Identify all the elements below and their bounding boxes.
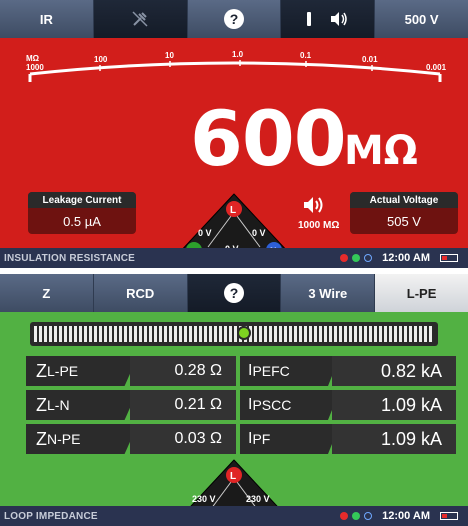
tab-bar-2: Z RCD ? 3 Wire L-PE [0, 274, 468, 312]
zl-n-label: Z L-N [26, 390, 138, 420]
zn-pe-sub: N-PE [47, 431, 81, 447]
zl-pe-main: Z [36, 360, 47, 381]
scale-label-1000: 1000 [26, 63, 44, 72]
help-icon: ? [223, 9, 244, 29]
zl-pe-value: 0.28 Ω [130, 356, 236, 386]
tab-test-voltage-label: 500 V [404, 11, 439, 27]
status-dot-red [340, 512, 349, 520]
beeper-icon [304, 197, 323, 213]
tab-z-label: Z [42, 285, 51, 301]
tab-3-wire[interactable]: 3 Wire [281, 274, 376, 312]
zl-pe-sub: L-PE [47, 363, 79, 379]
bargraph-ticks [34, 326, 434, 342]
insulation-resistance-screen: IR ? 500 V MΩ 1000 100 10 1.0 0.1 0.01 0… [0, 0, 468, 268]
battery-icon [440, 254, 458, 262]
bargraph-indicator [237, 326, 251, 340]
scale-label-10: 10 [165, 51, 174, 60]
resistance-scale: MΩ 1000 100 10 1.0 0.1 0.01 0.001 [26, 50, 447, 82]
voltage-l-pe: 230 V [192, 494, 216, 504]
ipefc-sub: PEFC [252, 363, 290, 379]
result-row: Z N-PE 0.03 Ω I PF 1.09 kA [26, 424, 456, 454]
status-bar: INSULATION RESISTANCE 12:00 AM [0, 248, 468, 268]
leakage-current-box: Leakage Current 0.5 µA [28, 192, 136, 234]
result-row: Z L-PE 0.28 Ω I PEFC 0.82 kA [26, 356, 456, 386]
ipefc-label: I PEFC [240, 356, 340, 386]
result-row: Z L-N 0.21 Ω I PSCC 1.09 kA [26, 390, 456, 420]
actual-voltage-box: Actual Voltage 505 V [350, 192, 458, 234]
ipf-sub: PF [252, 431, 271, 447]
tab-sound[interactable] [281, 0, 376, 38]
l-label: L [230, 205, 236, 216]
scale-label-0-1: 0.1 [300, 51, 312, 60]
status-dot-blue [364, 512, 373, 520]
status-dot-green [352, 512, 361, 520]
tab-z[interactable]: Z [0, 274, 94, 312]
zl-n-value: 0.21 Ω [130, 390, 236, 420]
zn-pe-main: Z [36, 428, 47, 449]
tab-bar: IR ? 500 V [0, 0, 468, 38]
voltage-l-n: 0 V [252, 228, 266, 238]
tab-help-2[interactable]: ? [187, 274, 282, 312]
actual-voltage-label: Actual Voltage [350, 192, 458, 208]
tab-3-wire-label: 3 Wire [308, 285, 348, 301]
leakage-current-label: Leakage Current [28, 192, 136, 208]
actual-voltage-value: 505 V [387, 213, 421, 229]
mode-label: LOOP IMPEDANCE [4, 510, 98, 522]
scale-label-0-001: 0.001 [426, 63, 447, 72]
status-dot-blue [364, 254, 373, 262]
tab-help[interactable]: ? [187, 0, 282, 38]
bargraph-meter [30, 322, 438, 346]
ipscc-label: I PSCC [240, 390, 340, 420]
voltage-l-pe: 0 V [198, 228, 212, 238]
tab-l-pe[interactable]: L-PE [375, 274, 468, 312]
threshold-value: 1000 MΩ [298, 220, 340, 231]
speaker-icon [330, 12, 347, 26]
ipscc-value: 1.09 kA [332, 390, 456, 420]
scale-label-1: 1.0 [232, 50, 244, 59]
scale-label-100: 100 [94, 55, 108, 64]
scale-unit: MΩ [26, 54, 40, 63]
clock: 12:00 AM [382, 252, 430, 264]
loop-impedance-screen: Z RCD ? 3 Wire L-PE Z L-PE 0.28 Ω I PEFC 0… [0, 274, 468, 526]
zl-pe-label: Z L-PE [26, 356, 138, 386]
status-bar-2: LOOP IMPEDANCE 12:00 AM [0, 506, 468, 526]
tab-rcd[interactable]: RCD [93, 274, 188, 312]
ipscc-sub: PSCC [252, 397, 292, 413]
resistance-unit: MΩ [344, 128, 418, 174]
tab-ir-label: IR [39, 11, 53, 27]
tab-ir[interactable]: IR [0, 0, 94, 38]
battery-icon [440, 512, 458, 520]
status-dot-green [352, 254, 361, 262]
scale-label-0-01: 0.01 [362, 55, 378, 64]
signal-bar-icon [306, 12, 311, 26]
ipf-label: I PF [240, 424, 340, 454]
ipefc-value: 0.82 kA [332, 356, 456, 386]
tab-l-pe-label: L-PE [406, 285, 437, 301]
clock: 12:00 AM [382, 510, 430, 522]
help-icon: ? [223, 283, 244, 303]
tab-test-voltage[interactable]: 500 V [375, 0, 468, 38]
mode-label: INSULATION RESISTANCE [4, 252, 136, 264]
status-dot-red [340, 254, 349, 262]
probe-off-icon [132, 11, 148, 27]
zl-n-main: Z [36, 394, 47, 415]
zl-n-sub: L-N [47, 397, 70, 413]
zn-pe-value: 0.03 Ω [130, 424, 236, 454]
resistance-reading: 600 [190, 94, 347, 183]
l-label: L [230, 471, 236, 482]
leakage-current-value: 0.5 µA [63, 213, 101, 229]
voltage-l-n: 230 V [246, 494, 270, 504]
ipf-value: 1.09 kA [332, 424, 456, 454]
tab-probe-off[interactable] [93, 0, 188, 38]
tab-rcd-label: RCD [126, 285, 155, 301]
zn-pe-label: Z N-PE [26, 424, 138, 454]
